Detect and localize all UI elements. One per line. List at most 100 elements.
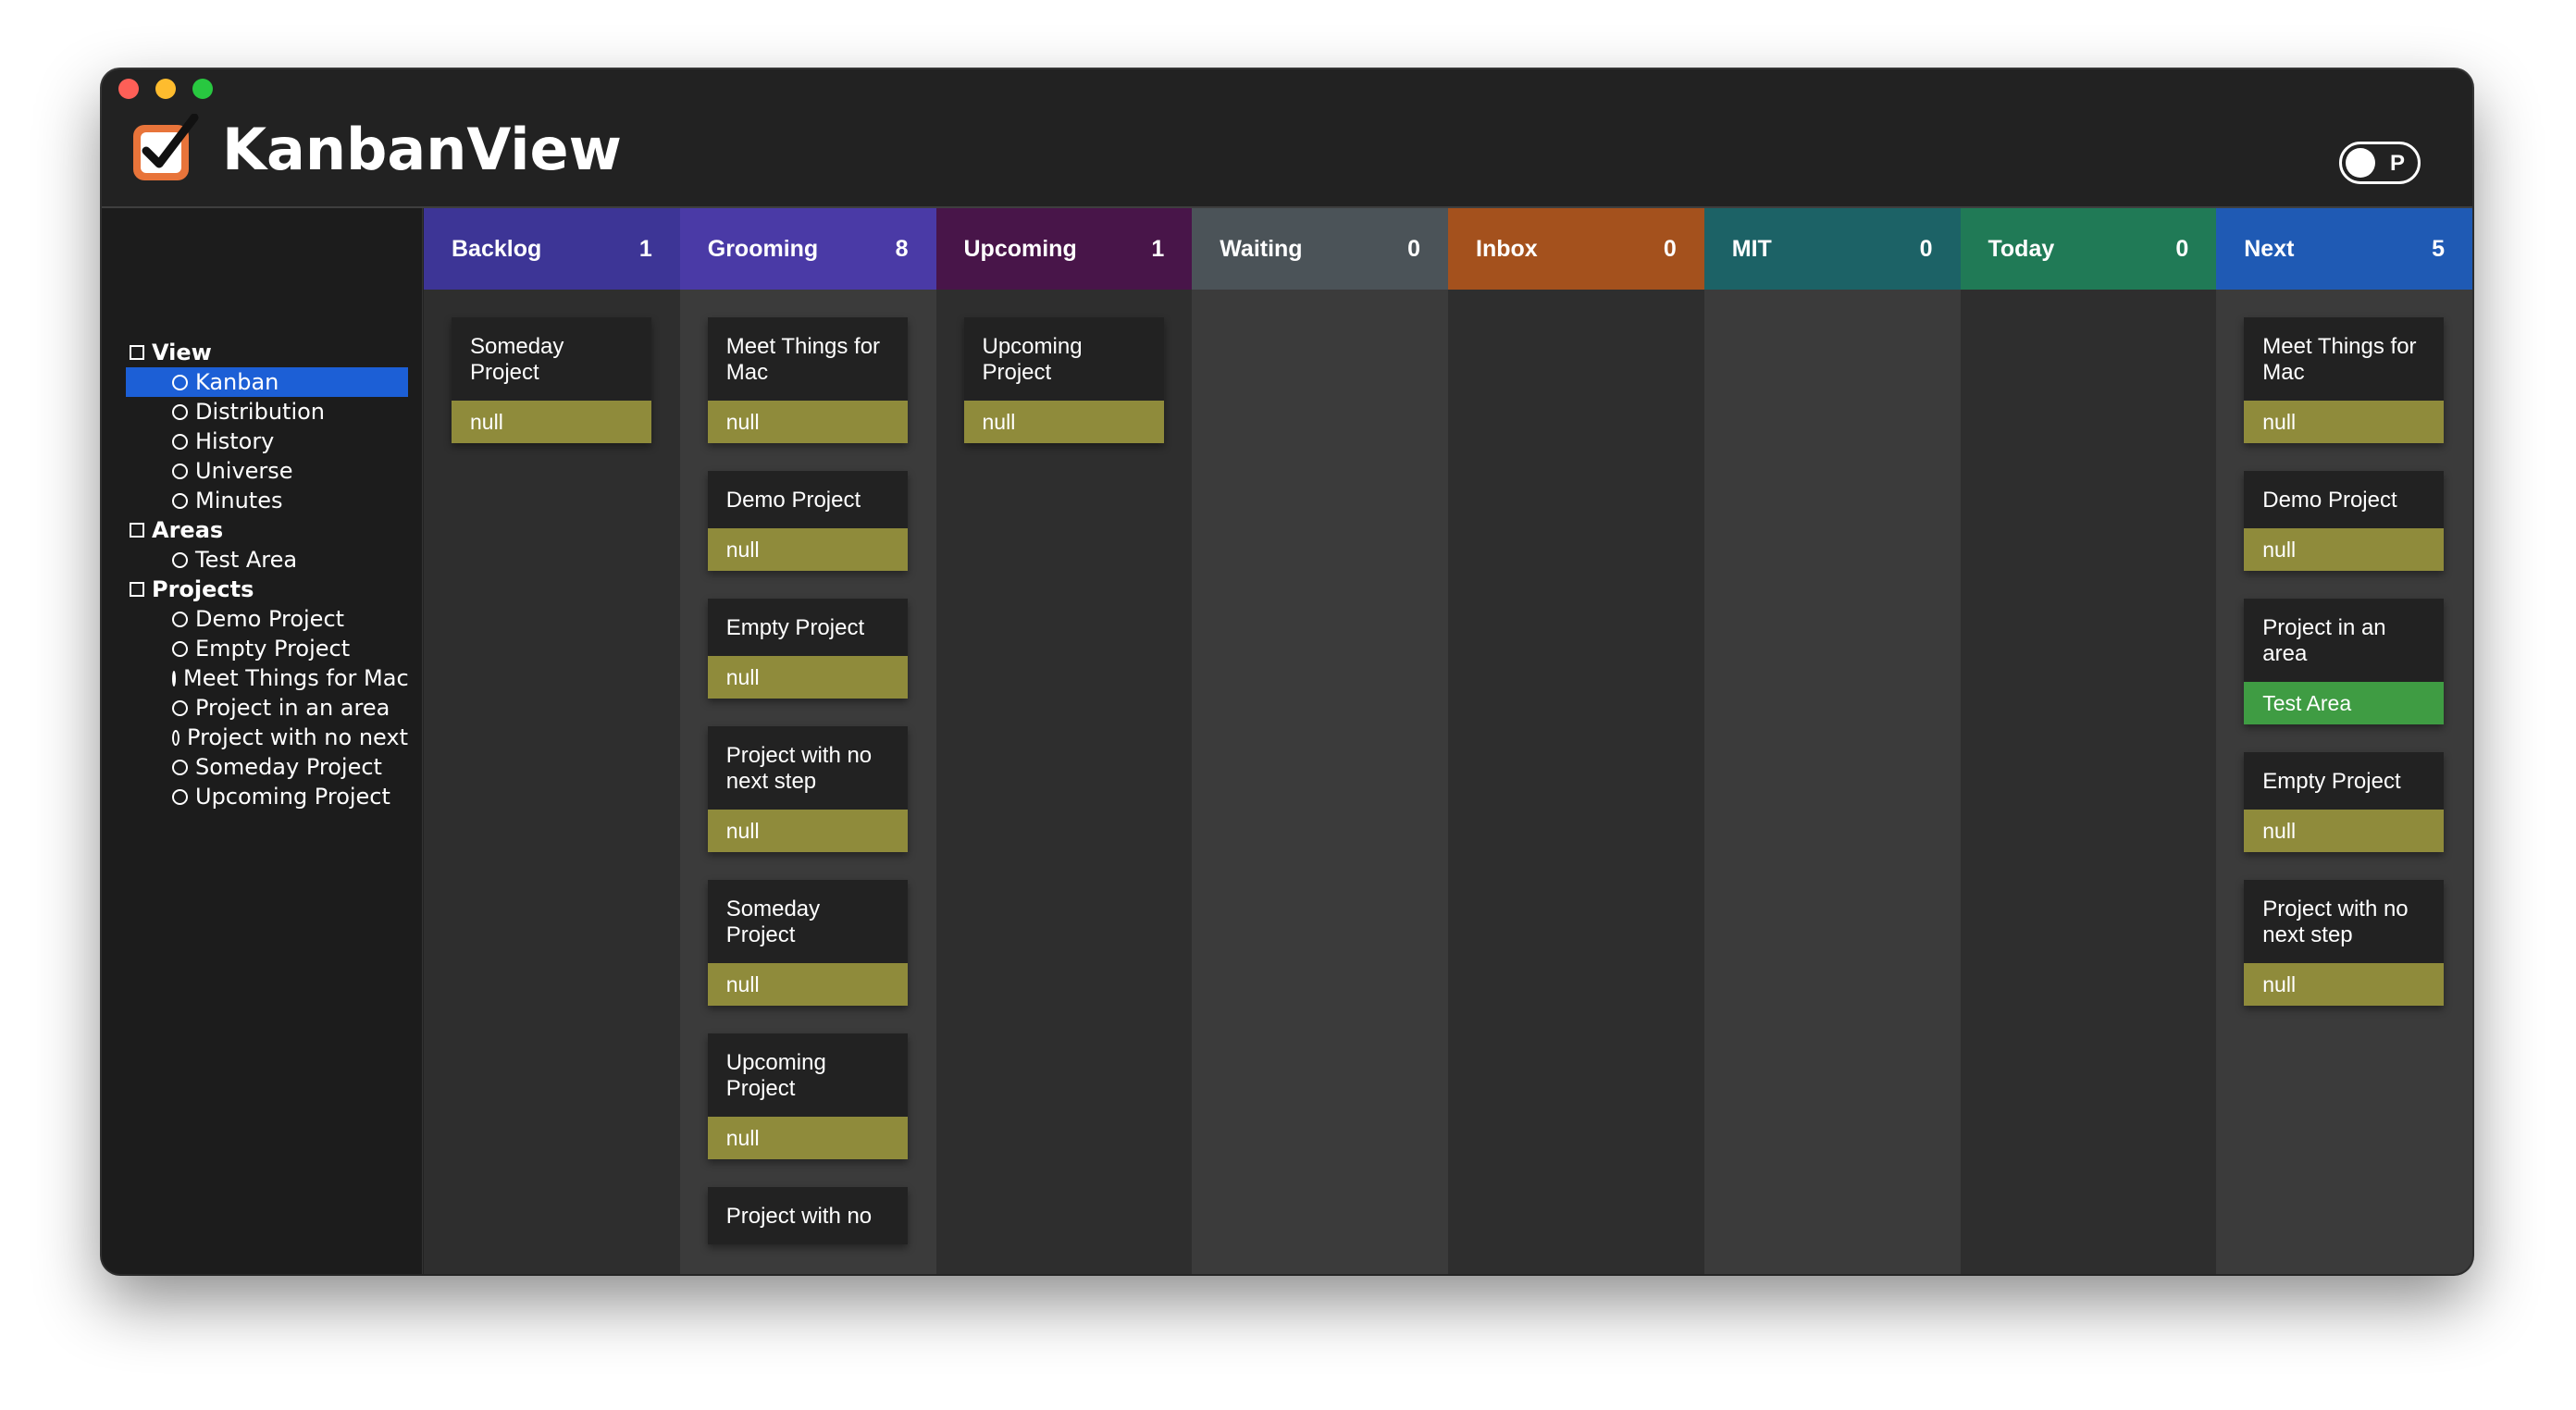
card-list [1192,290,1448,317]
column-header[interactable]: Next 5 [2216,208,2472,290]
card-list [1448,290,1704,317]
column-title: Today [1988,235,2055,262]
sidebar-item-someday-project[interactable]: Someday Project [126,752,408,782]
project-card[interactable]: Someday Project null [452,317,651,443]
card-title: Someday Project [707,880,908,963]
column-title: MIT [1731,235,1772,262]
project-card[interactable]: Project in an area Test Area [2244,599,2445,724]
checkbox-icon [130,523,144,538]
sidebar-item-label: Project with no next [187,724,408,750]
project-card[interactable]: Meet Things for Mac null [707,317,908,443]
project-card[interactable]: Project with no [707,1187,908,1244]
sidebar-item-label: Someday Project [195,754,382,780]
sidebar-item-label: History [195,428,275,454]
sidebar-item-label: Upcoming Project [195,784,390,810]
sidebar-item-label: Project in an area [195,695,390,721]
sidebar-item-minutes[interactable]: Minutes [126,486,408,515]
project-card[interactable]: Empty Project null [2244,752,2445,852]
card-title: Project with no [707,1187,908,1244]
close-window-button[interactable] [118,79,139,99]
card-list: Meet Things for Mac null Demo Project null P… [2216,290,2472,1006]
column-header[interactable]: Upcoming 1 [935,208,1193,290]
checkbox-icon [130,345,144,360]
circle-icon [172,729,180,746]
sidebar-item-project-in-an-area[interactable]: Project in an area [126,693,408,723]
sidebar-item-kanban[interactable]: Kanban [126,367,408,397]
card-title: Someday Project [452,317,651,401]
project-card[interactable]: Project with no next step null [707,726,908,852]
column-mit: MIT 0 [1703,208,1961,1274]
tree-group-projects[interactable]: Projects [126,575,408,604]
card-title: Project in an area [2244,599,2445,682]
column-inbox: Inbox 0 [1448,208,1704,1274]
tree-group-label: View [152,340,212,365]
project-card[interactable]: Upcoming Project null [963,317,1164,443]
column-title: Backlog [452,235,542,262]
sidebar-item-universe[interactable]: Universe [126,456,408,486]
column-header[interactable]: Grooming 8 [679,208,936,290]
column-count: 0 [1407,235,1420,262]
tree-group-areas[interactable]: Areas [126,515,408,545]
zoom-window-button[interactable] [192,79,213,99]
card-area-tag: Test Area [2244,682,2445,724]
tree-group-label: Projects [152,576,254,602]
column-title: Waiting [1220,235,1303,262]
project-card[interactable]: Someday Project null [707,880,908,1006]
card-area-tag: null [707,656,908,699]
column-header[interactable]: Waiting 0 [1192,208,1448,290]
card-title: Demo Project [707,471,908,528]
card-area-tag: null [2244,528,2445,571]
sidebar-item-demo-project[interactable]: Demo Project [126,604,408,634]
card-title: Project with no next step [707,726,908,810]
app-window: KanbanView P View Kanban Distribution Histo… [102,69,2472,1274]
sidebar-item-project-with-no-next[interactable]: Project with no next [126,723,408,752]
tree-group-label: Areas [152,517,224,543]
project-card[interactable]: Meet Things for Mac null [2244,317,2445,443]
mode-toggle[interactable]: P [2339,142,2421,184]
column-header[interactable]: Inbox 0 [1448,208,1704,290]
project-card[interactable]: Demo Project null [707,471,908,571]
column-header[interactable]: Today 0 [1960,208,2217,290]
card-title: Empty Project [707,599,908,656]
minimize-window-button[interactable] [155,79,176,99]
sidebar-item-label: Distribution [195,399,326,425]
column-grooming: Grooming 8 Meet Things for Mac null Demo Pro… [679,208,936,1274]
column-count: 8 [895,235,909,262]
card-title: Meet Things for Mac [707,317,908,401]
circle-icon [172,492,188,509]
circle-icon [172,699,188,716]
sidebar-item-meet-things-for-mac[interactable]: Meet Things for Mac [126,663,408,693]
project-card[interactable]: Project with no next step null [2244,880,2445,1006]
column-title: Upcoming [963,235,1077,262]
circle-icon [172,433,188,450]
column-title: Grooming [707,235,819,262]
app-title: KanbanView [222,116,622,183]
project-card[interactable]: Empty Project null [707,599,908,699]
circle-icon [172,611,188,627]
sidebar-item-empty-project[interactable]: Empty Project [126,634,408,663]
card-list [1961,290,2217,317]
sidebar-item-label: Test Area [195,547,298,573]
circle-icon [172,788,188,805]
project-card[interactable]: Demo Project null [2244,471,2445,571]
sidebar-item-distribution[interactable]: Distribution [126,397,408,427]
sidebar-item-upcoming-project[interactable]: Upcoming Project [126,782,408,811]
toggle-label: P [2389,151,2405,176]
sidebar-item-test-area[interactable]: Test Area [126,545,408,575]
sidebar-item-history[interactable]: History [126,427,408,456]
card-area-tag: null [2244,401,2445,443]
column-header[interactable]: Backlog 1 [424,208,680,290]
column-count: 1 [1151,235,1165,262]
card-title: Upcoming Project [963,317,1164,401]
project-card[interactable]: Upcoming Project null [707,1033,908,1159]
card-area-tag: null [707,401,908,443]
card-area-tag: null [707,1117,908,1159]
column-count: 1 [638,235,652,262]
navigation-tree: View Kanban Distribution History Universe Min… [126,338,408,811]
column-header[interactable]: MIT 0 [1703,208,1961,290]
card-area-tag: null [2244,810,2445,852]
card-area-tag: null [707,528,908,571]
column-title: Inbox [1476,235,1538,262]
card-list: Meet Things for Mac null Demo Project null E… [680,290,936,1244]
tree-group-view[interactable]: View [126,338,408,367]
